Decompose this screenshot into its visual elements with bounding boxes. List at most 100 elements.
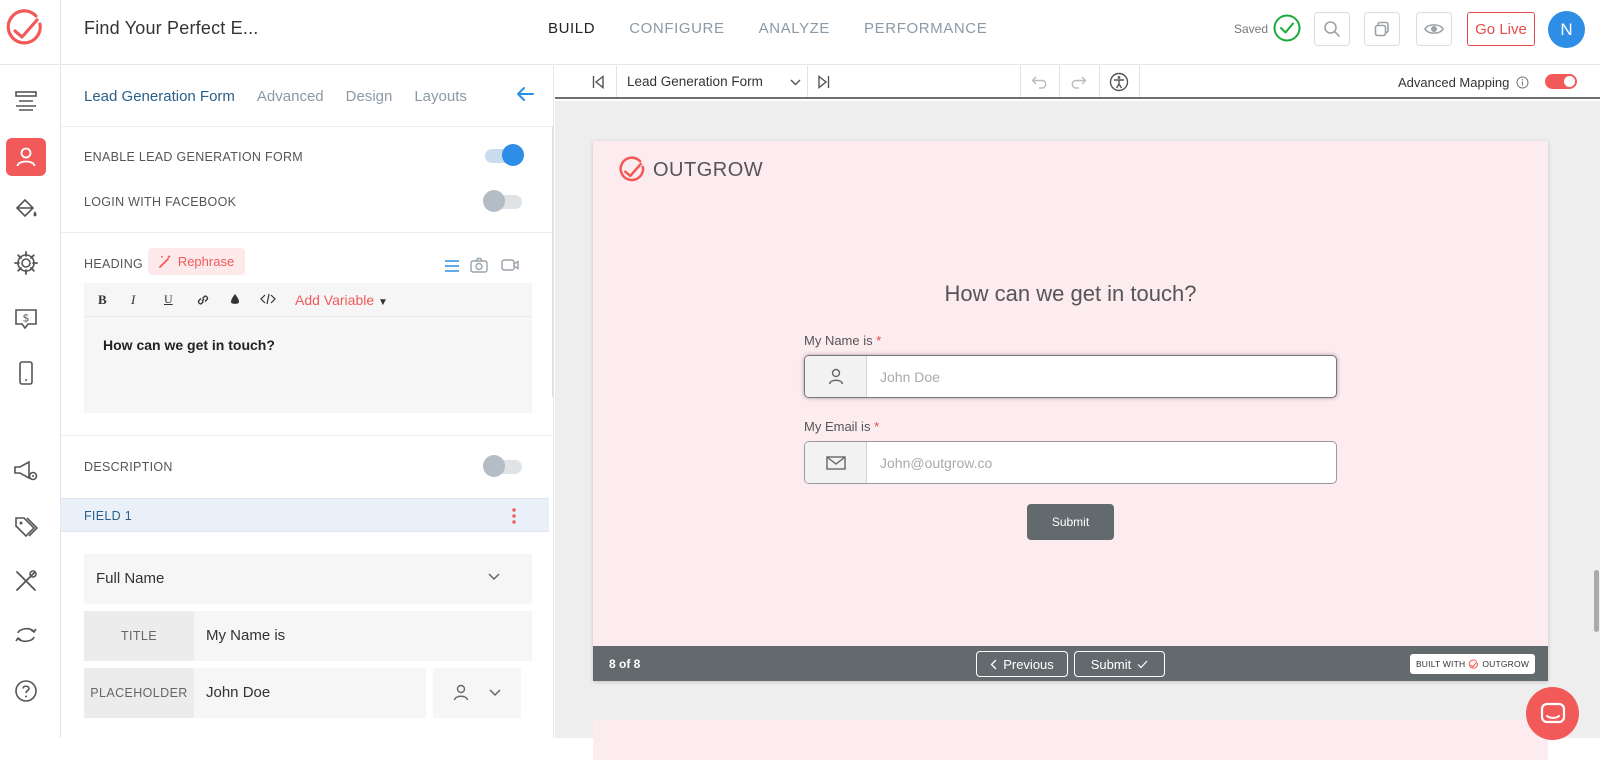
outgrow-logo-icon[interactable] <box>3 7 46 50</box>
color-drop-icon[interactable] <box>229 293 241 307</box>
previous-button[interactable]: Previous <box>976 651 1068 677</box>
heading-editor-text[interactable]: How can we get in touch? <box>103 337 275 353</box>
magic-wand-icon <box>158 255 172 268</box>
email-input[interactable]: John@outgrow.co <box>804 441 1337 484</box>
eye-icon <box>1424 21 1444 37</box>
chat-button[interactable] <box>1526 687 1579 740</box>
enable-lead-form-toggle[interactable] <box>485 144 524 166</box>
required-mark: * <box>876 333 882 348</box>
placeholder-key: PLACEHOLDER <box>84 668 194 718</box>
link-icon[interactable] <box>196 293 210 307</box>
form-select-value[interactable]: Lead Generation Form <box>627 74 763 89</box>
chevron-down-icon[interactable] <box>790 79 801 86</box>
underline-icon[interactable]: U <box>164 292 173 307</box>
mobile-icon[interactable] <box>6 354 46 392</box>
accessibility-icon[interactable] <box>1109 72 1129 92</box>
italic-icon[interactable]: I <box>131 292 135 308</box>
divider <box>60 0 61 65</box>
back-arrow-icon[interactable] <box>515 86 535 102</box>
page-indicator: 8 of 8 <box>609 657 641 671</box>
add-variable-label: Add Variable <box>295 292 375 308</box>
chevron-left-icon <box>990 659 997 670</box>
name-placeholder: John Doe <box>880 369 940 385</box>
heading-editor[interactable]: How can we get in touch? <box>84 317 532 413</box>
paint-bucket-icon[interactable] <box>6 190 46 228</box>
name-input[interactable]: John Doe <box>804 355 1337 398</box>
sync-icon[interactable] <box>6 616 46 654</box>
tools-icon[interactable] <box>6 562 46 600</box>
tab-build[interactable]: BUILD <box>548 20 595 37</box>
align-icon[interactable] <box>444 259 460 273</box>
field-type-select[interactable]: Full Name <box>84 554 532 604</box>
description-label: DESCRIPTION <box>84 460 173 474</box>
undo-icon[interactable] <box>1031 75 1049 89</box>
submit-button[interactable]: Submit <box>1027 504 1114 540</box>
redo-icon[interactable] <box>1069 75 1087 89</box>
rephrase-label: Rephrase <box>177 254 235 269</box>
tab-configure[interactable]: CONFIGURE <box>629 20 724 37</box>
tab-lead-generation-form[interactable]: Lead Generation Form <box>84 88 235 105</box>
more-vertical-icon[interactable] <box>511 507 517 525</box>
field-icon-select[interactable] <box>433 668 521 718</box>
canvas-toolbar: Lead Generation Form Advanced Mapping <box>555 66 1600 99</box>
canvas-scrollbar[interactable] <box>1594 570 1599 632</box>
rephrase-button[interactable]: Rephrase <box>148 248 245 275</box>
help-icon[interactable] <box>6 672 46 710</box>
lead-form-preview: OUTGROW How can we get in touch? My Name… <box>593 141 1548 681</box>
avatar[interactable]: N <box>1548 11 1585 48</box>
built-with-badge[interactable]: BUILT WITH OUTGROW <box>1410 654 1535 674</box>
copy-icon <box>1373 20 1391 38</box>
gear-icon[interactable] <box>6 244 46 282</box>
title-input[interactable]: My Name is <box>206 627 285 644</box>
placeholder-input[interactable]: John Doe <box>206 684 270 701</box>
mail-icon <box>805 442 867 483</box>
divider <box>61 126 553 127</box>
go-live-button[interactable]: Go Live <box>1467 12 1535 46</box>
advanced-mapping-toggle[interactable] <box>1545 74 1577 89</box>
advanced-mapping-label: Advanced Mapping <box>1398 75 1510 90</box>
field-1-title: FIELD 1 <box>84 509 132 523</box>
tags-icon[interactable] <box>6 508 46 546</box>
dollar-screen-icon[interactable]: $ <box>6 300 46 338</box>
user-icon <box>805 356 867 397</box>
preview-footer: 8 of 8 Previous Submit BUILT WITH OUTGRO… <box>593 646 1548 681</box>
bold-icon[interactable]: B <box>98 292 107 308</box>
duplicate-button[interactable] <box>1364 12 1400 46</box>
email-placeholder: John@outgrow.co <box>880 455 993 471</box>
first-page-icon[interactable] <box>592 75 604 89</box>
login-facebook-toggle[interactable] <box>483 190 522 212</box>
video-icon[interactable] <box>501 258 519 272</box>
brand-name: OUTGROW <box>653 158 764 181</box>
field-1-header[interactable]: FIELD 1 <box>61 498 549 532</box>
placeholder-row: PLACEHOLDER John Doe <box>84 668 426 718</box>
preview-button[interactable] <box>1416 12 1452 46</box>
search-icon <box>1323 20 1341 38</box>
next-screen-preview <box>593 720 1548 760</box>
layout-icon[interactable] <box>6 82 46 120</box>
tab-advanced[interactable]: Advanced <box>257 88 324 105</box>
tab-analyze[interactable]: ANALYZE <box>759 20 830 37</box>
tab-design[interactable]: Design <box>346 88 393 105</box>
camera-icon[interactable] <box>470 257 488 273</box>
tab-layouts[interactable]: Layouts <box>414 88 467 105</box>
tab-performance[interactable]: PERFORMANCE <box>864 20 987 37</box>
code-icon[interactable] <box>260 293 276 305</box>
built-with-label: BUILT WITH <box>1415 659 1466 669</box>
divider <box>807 66 808 97</box>
user-icon[interactable] <box>6 138 46 176</box>
description-toggle[interactable] <box>483 455 522 477</box>
add-variable-dropdown[interactable]: Add Variable ▼ <box>295 292 388 308</box>
info-icon[interactable] <box>1516 76 1529 89</box>
footer-submit-button[interactable]: Submit <box>1074 651 1165 677</box>
title-row: TITLE My Name is <box>84 611 532 661</box>
app-title[interactable]: Find Your Perfect E... <box>84 18 259 39</box>
megaphone-gear-icon[interactable] <box>6 452 46 490</box>
search-button[interactable] <box>1314 12 1350 46</box>
divider <box>1099 66 1100 97</box>
chat-icon <box>1540 702 1566 726</box>
saved-status: Saved <box>1234 22 1269 36</box>
panel-scrollbar[interactable] <box>552 126 553 398</box>
outgrow-brand: OUTGROW <box>617 155 763 185</box>
last-page-icon[interactable] <box>818 75 830 89</box>
svg-text:$: $ <box>23 312 30 325</box>
